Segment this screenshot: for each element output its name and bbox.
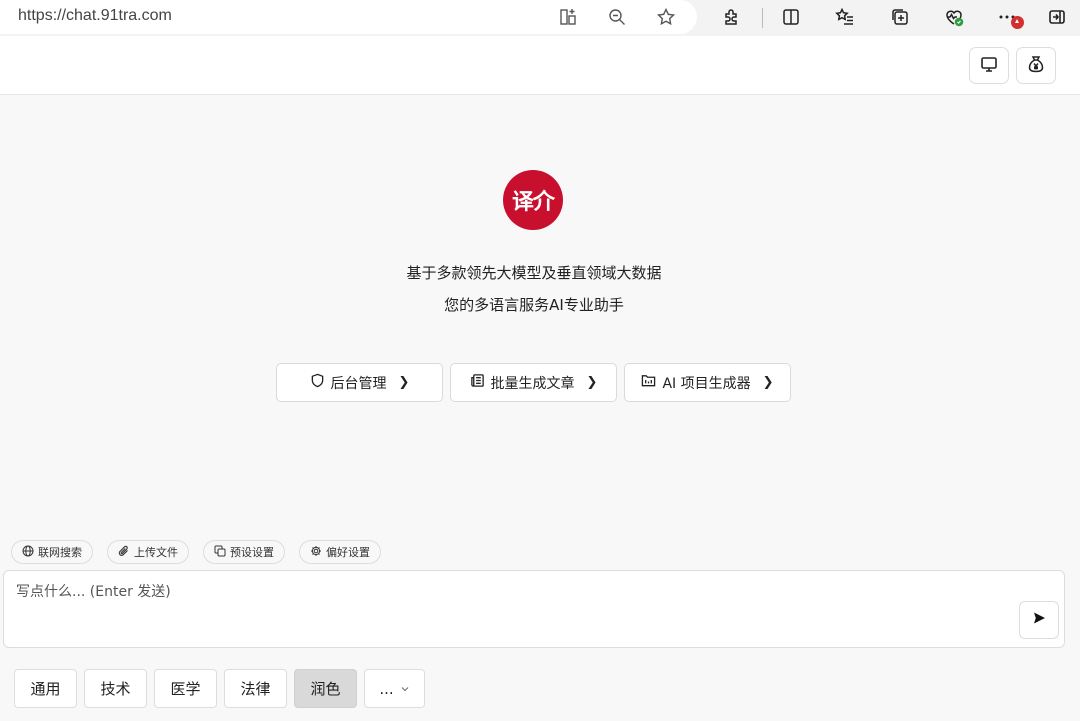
category-label: 法律	[240, 680, 271, 698]
category-more-dropdown[interactable]: ...	[364, 669, 425, 708]
shield-icon	[310, 373, 325, 392]
project-folder-icon	[641, 373, 656, 392]
web-search-label: 联网搜索	[38, 546, 82, 559]
sidebar-toggle-icon[interactable]	[1045, 6, 1069, 28]
toolbar-divider	[762, 8, 763, 28]
update-badge-icon	[1011, 16, 1024, 29]
extensions-icon[interactable]	[720, 6, 744, 28]
category-label: 通用	[30, 680, 61, 698]
category-tech[interactable]: 技术	[84, 669, 147, 708]
project-generator-button-label: AI 项目生成器	[662, 375, 751, 392]
favorite-star-icon[interactable]	[654, 6, 678, 28]
chevron-down-icon	[400, 680, 410, 698]
category-label: ...	[379, 679, 394, 698]
preference-settings-label: 偏好设置	[326, 546, 370, 559]
globe-icon	[22, 545, 34, 560]
favorites-list-icon[interactable]	[833, 6, 857, 28]
category-general[interactable]: 通用	[14, 669, 77, 708]
upload-file-label: 上传文件	[134, 546, 178, 559]
zoom-out-icon[interactable]	[605, 6, 629, 28]
project-generator-button[interactable]: AI 项目生成器 ❯	[624, 363, 791, 402]
admin-button-label: 后台管理	[330, 375, 387, 392]
category-medical[interactable]: 医学	[154, 669, 217, 708]
category-legal[interactable]: 法律	[224, 669, 287, 708]
category-label: 润色	[310, 680, 341, 698]
preference-settings-button[interactable]: 偏好设置	[299, 540, 381, 564]
brand-logo: 译介	[503, 170, 563, 230]
split-view-icon[interactable]	[779, 6, 803, 28]
batch-article-button-label: 批量生成文章	[490, 375, 575, 392]
address-bar[interactable]: https://chat.91tra.com	[0, 0, 697, 34]
send-button[interactable]	[1019, 601, 1059, 639]
send-icon	[1031, 610, 1047, 630]
tagline-line-1: 基于多款领先大模型及垂直领域大数据	[406, 264, 662, 282]
preset-settings-label: 预设设置	[230, 546, 274, 559]
preset-settings-button[interactable]: 预设设置	[203, 540, 285, 564]
collections-icon[interactable]	[888, 6, 912, 28]
split-screen-add-icon[interactable]	[556, 6, 580, 28]
message-input[interactable]	[16, 581, 996, 631]
paperclip-icon	[118, 545, 130, 560]
category-polish[interactable]: 润色	[294, 669, 357, 708]
yuan-bag-icon	[1026, 54, 1046, 78]
monitor-icon	[979, 54, 999, 78]
tagline-line-2: 您的多语言服务AI专业助手	[444, 296, 624, 314]
monitor-button[interactable]	[969, 47, 1009, 84]
category-label: 技术	[100, 680, 131, 698]
upload-file-button[interactable]: 上传文件	[107, 540, 189, 564]
copy-icon	[214, 545, 226, 560]
chevron-right-icon: ❯	[398, 375, 410, 390]
category-label: 医学	[170, 680, 201, 698]
logo-text: 译介	[511, 189, 555, 215]
gear-icon	[310, 545, 322, 560]
app-header	[0, 36, 1080, 95]
chevron-right-icon: ❯	[586, 375, 598, 390]
url-text[interactable]: https://chat.91tra.com	[18, 7, 172, 25]
web-search-toggle[interactable]: 联网搜索	[11, 540, 93, 564]
newspaper-icon	[470, 373, 485, 392]
billing-button[interactable]	[1016, 47, 1056, 84]
message-composer	[3, 570, 1065, 648]
admin-button[interactable]: 后台管理 ❯	[276, 363, 443, 402]
browser-health-icon[interactable]	[942, 6, 966, 28]
chevron-right-icon: ❯	[762, 375, 774, 390]
batch-article-button[interactable]: 批量生成文章 ❯	[450, 363, 617, 402]
browser-toolbar: https://chat.91tra.com	[0, 0, 1080, 36]
